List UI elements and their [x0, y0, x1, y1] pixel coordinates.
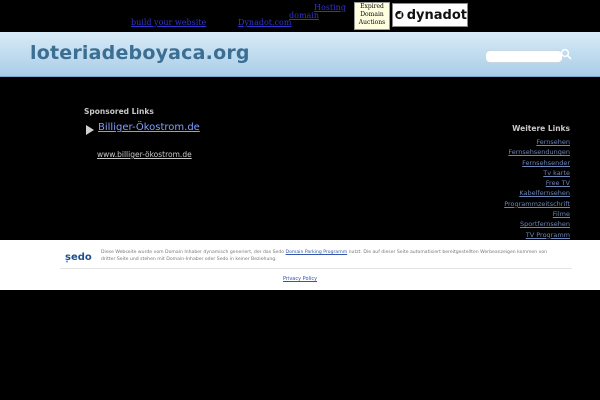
dynadot-link[interactable]: Dynadot.com: [238, 18, 291, 27]
related-link[interactable]: Fernsehen: [504, 137, 570, 147]
site-header: loteriadeboyaca.org: [0, 32, 600, 77]
related-links-list: Fernsehen Fernsehsendungen Fernsehsender…: [504, 137, 570, 240]
sponsored-links-heading: Sponsored Links: [84, 107, 154, 116]
footer-divider: [60, 268, 572, 269]
expired-line-1: Expired: [360, 3, 384, 10]
arrow-right-icon: [86, 125, 94, 135]
domain-parking-link[interactable]: Domain Parking Programm: [286, 250, 348, 255]
expired-line-3: Auctions: [358, 19, 386, 26]
related-link[interactable]: Kabelfernsehen: [504, 188, 570, 198]
expired-line-2: Domain: [360, 11, 384, 18]
disclaimer-text: Diese Webseite wurde vom Domain Inhaber …: [101, 249, 561, 263]
sedo-logo-text: sedo: [65, 252, 92, 263]
related-link[interactable]: TV Programm: [504, 230, 570, 240]
ad-url-link[interactable]: www.billiger-ökostrom.de: [97, 150, 192, 159]
related-link[interactable]: Fernsehsender: [504, 158, 570, 168]
build-website-link[interactable]: build your website: [131, 18, 206, 27]
top-bar: build your website Dynadot.com Hosting d…: [0, 0, 600, 32]
sedo-logo[interactable]: sedo: [64, 249, 96, 263]
expired-domain-auctions-ad[interactable]: Expired Domain Auctions: [354, 2, 390, 30]
search-input[interactable]: [485, 50, 563, 63]
site-title: loteriadeboyaca.org: [30, 42, 250, 64]
dynadot-logo-text: dynadot: [406, 7, 467, 23]
disclaimer-part-1: Diese Webseite wurde vom Domain Inhaber …: [101, 250, 286, 255]
ad-title-link[interactable]: Billiger-Ökostrom.de: [98, 122, 200, 133]
related-link[interactable]: Sportfernsehen: [504, 219, 570, 229]
related-links-heading: Weitere Links: [512, 124, 570, 133]
related-link[interactable]: Fernsehsendungen: [504, 147, 570, 157]
dynadot-d-icon: [395, 10, 404, 20]
search-icon[interactable]: [560, 48, 572, 60]
footer: sedo Diese Webseite wurde vom Domain Inh…: [0, 240, 600, 290]
dynadot-logo[interactable]: dynadot: [392, 3, 468, 27]
main-content: Sponsored Links Billiger-Ökostrom.de www…: [0, 77, 600, 240]
related-link[interactable]: Programmzeitschrift: [504, 199, 570, 209]
domain-link[interactable]: domain: [289, 11, 319, 20]
related-link[interactable]: Filme: [504, 209, 570, 219]
privacy-policy-link[interactable]: Privacy Policy: [0, 276, 600, 282]
related-link[interactable]: Tv karte: [504, 168, 570, 178]
related-link[interactable]: Free TV: [504, 178, 570, 188]
